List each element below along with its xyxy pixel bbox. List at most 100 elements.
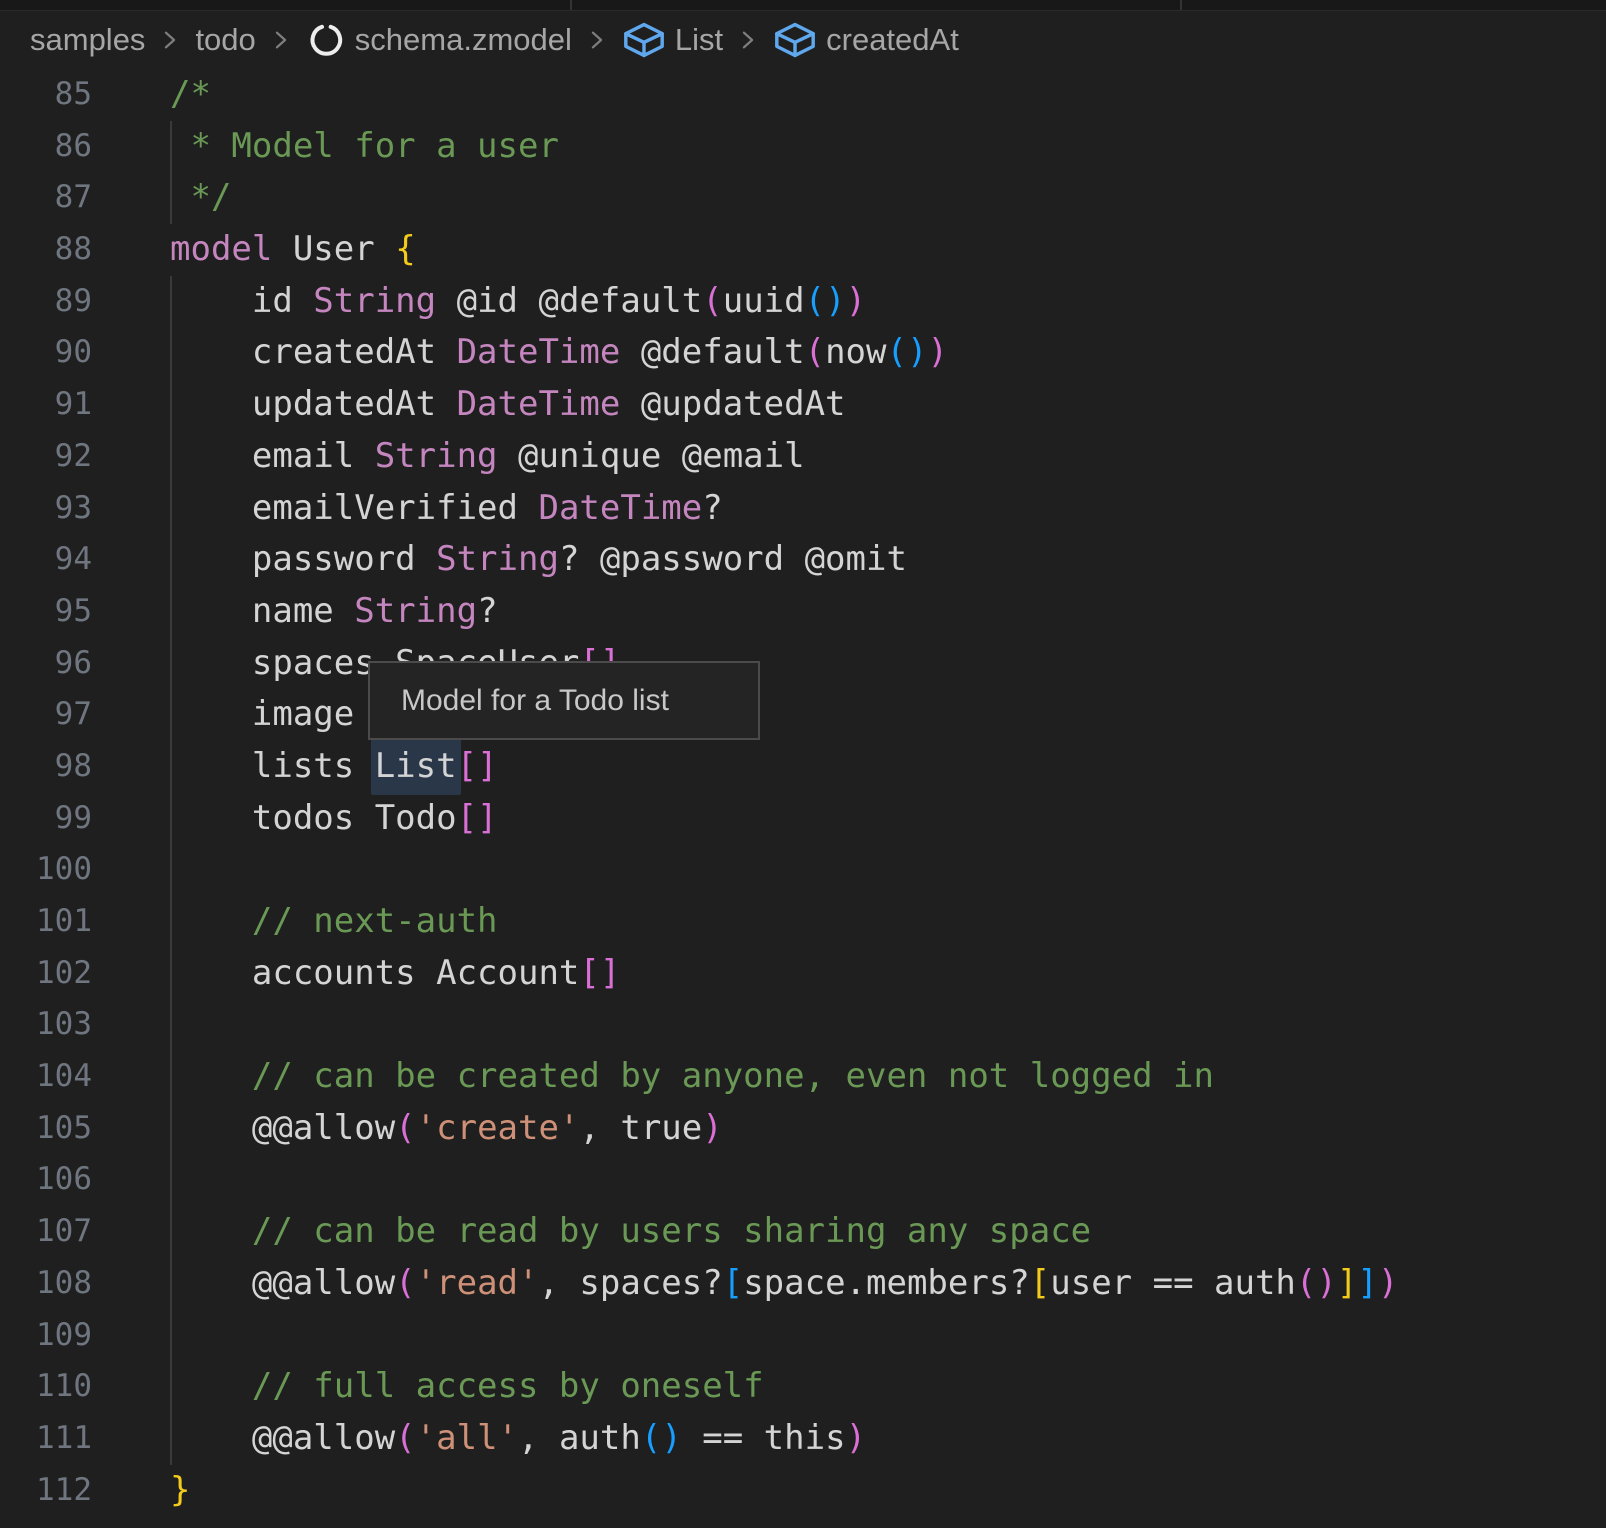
line-number[interactable]: 104 bbox=[0, 1051, 92, 1103]
line-number[interactable]: 100 bbox=[0, 844, 92, 896]
code-text[interactable]: // next-auth bbox=[170, 896, 498, 948]
editor-window: samples todo schema.zmodel List createdAt 85… bbox=[0, 0, 1606, 1528]
code-text[interactable]: // full access by oneself bbox=[170, 1361, 764, 1413]
code-line-97[interactable]: 97 image String? bbox=[0, 689, 1606, 741]
breadcrumb: samples todo schema.zmodel List createdAt bbox=[0, 11, 1606, 69]
chevron-right-icon bbox=[157, 27, 183, 53]
code-line-89[interactable]: 89 id String @id @default(uuid()) bbox=[0, 276, 1606, 328]
code-text[interactable]: */ bbox=[170, 172, 231, 224]
code-line-98[interactable]: 98 lists List[] bbox=[0, 741, 1606, 793]
code-line-93[interactable]: 93 emailVerified DateTime? bbox=[0, 483, 1606, 535]
code-line-100[interactable]: 100 bbox=[0, 844, 1606, 896]
code-line-111[interactable]: 111 @@allow('all', auth() == this) bbox=[0, 1413, 1606, 1465]
line-number[interactable]: 93 bbox=[0, 483, 92, 535]
line-number[interactable]: 94 bbox=[0, 534, 92, 586]
line-number[interactable]: 98 bbox=[0, 741, 92, 793]
code-text[interactable]: @@allow('all', auth() == this) bbox=[170, 1413, 866, 1465]
code-line-103[interactable]: 103 bbox=[0, 999, 1606, 1051]
line-number[interactable]: 108 bbox=[0, 1258, 92, 1310]
line-number[interactable]: 99 bbox=[0, 793, 92, 845]
code-text[interactable]: updatedAt DateTime @updatedAt bbox=[170, 379, 846, 431]
line-number[interactable]: 101 bbox=[0, 896, 92, 948]
code-text[interactable]: email String @unique @email bbox=[170, 431, 805, 483]
breadcrumb-item-schema-zmodel[interactable]: schema.zmodel bbox=[306, 20, 572, 60]
code-line-107[interactable]: 107 // can be read by users sharing any … bbox=[0, 1206, 1606, 1258]
chevron-right-icon bbox=[584, 27, 610, 53]
chevron-right-icon bbox=[735, 27, 761, 53]
line-number[interactable]: 105 bbox=[0, 1103, 92, 1155]
code-line-87[interactable]: 87 */ bbox=[0, 172, 1606, 224]
line-number[interactable]: 112 bbox=[0, 1465, 92, 1517]
breadcrumb-label: todo bbox=[195, 22, 255, 58]
code-line-106[interactable]: 106 bbox=[0, 1154, 1606, 1206]
line-number[interactable]: 96 bbox=[0, 638, 92, 690]
indent-guide bbox=[170, 276, 172, 1465]
line-number[interactable]: 102 bbox=[0, 948, 92, 1000]
line-number[interactable]: 90 bbox=[0, 327, 92, 379]
line-number[interactable]: 86 bbox=[0, 121, 92, 173]
line-number[interactable]: 91 bbox=[0, 379, 92, 431]
line-number[interactable]: 109 bbox=[0, 1310, 92, 1362]
breadcrumb-item-samples[interactable]: samples bbox=[30, 22, 145, 58]
breadcrumb-item-list[interactable]: List bbox=[622, 20, 723, 60]
code-text[interactable]: password String? @password @omit bbox=[170, 534, 907, 586]
code-line-90[interactable]: 90 createdAt DateTime @default(now()) bbox=[0, 327, 1606, 379]
code-line-96[interactable]: 96 spaces SpaceUser[] bbox=[0, 638, 1606, 690]
code-text[interactable]: id String @id @default(uuid()) bbox=[170, 276, 866, 328]
code-line-99[interactable]: 99 todos Todo[] bbox=[0, 793, 1606, 845]
line-number[interactable]: 103 bbox=[0, 999, 92, 1051]
tab-divider bbox=[570, 0, 572, 10]
code-line-102[interactable]: 102 accounts Account[] bbox=[0, 948, 1606, 1000]
code-line-109[interactable]: 109 bbox=[0, 1310, 1606, 1362]
line-number[interactable]: 106 bbox=[0, 1154, 92, 1206]
code-line-91[interactable]: 91 updatedAt DateTime @updatedAt bbox=[0, 379, 1606, 431]
code-text[interactable]: accounts Account[] bbox=[170, 948, 620, 1000]
breadcrumb-label: createdAt bbox=[826, 22, 959, 58]
code-line-86[interactable]: 86 * Model for a user bbox=[0, 121, 1606, 173]
breadcrumb-item-todo[interactable]: todo bbox=[195, 22, 255, 58]
line-number[interactable]: 107 bbox=[0, 1206, 92, 1258]
code-text[interactable]: // can be created by anyone, even not lo… bbox=[170, 1051, 1214, 1103]
code-line-88[interactable]: 88 model User { bbox=[0, 224, 1606, 276]
code-line-110[interactable]: 110 // full access by oneself bbox=[0, 1361, 1606, 1413]
line-number[interactable]: 87 bbox=[0, 172, 92, 224]
chevron-right-icon bbox=[268, 27, 294, 53]
indent-guide bbox=[170, 121, 172, 224]
line-number[interactable]: 110 bbox=[0, 1361, 92, 1413]
breadcrumb-label: List bbox=[675, 22, 723, 58]
code-area: 85/*86 * Model for a user87 */88model Us… bbox=[0, 69, 1606, 1516]
code-line-105[interactable]: 105 @@allow('create', true) bbox=[0, 1103, 1606, 1155]
line-number[interactable]: 85 bbox=[0, 69, 92, 121]
code-text[interactable]: model User { bbox=[170, 224, 416, 276]
code-text[interactable]: /* bbox=[170, 69, 211, 121]
code-text[interactable]: * Model for a user bbox=[170, 121, 559, 173]
line-number[interactable]: 89 bbox=[0, 276, 92, 328]
code-text[interactable]: todos Todo[] bbox=[170, 793, 498, 845]
breadcrumb-label: samples bbox=[30, 22, 145, 58]
code-line-112[interactable]: 112} bbox=[0, 1465, 1606, 1517]
code-line-95[interactable]: 95 name String? bbox=[0, 586, 1606, 638]
line-number[interactable]: 97 bbox=[0, 689, 92, 741]
code-line-92[interactable]: 92 email String @unique @email bbox=[0, 431, 1606, 483]
code-text[interactable]: } bbox=[170, 1465, 190, 1517]
line-number[interactable]: 92 bbox=[0, 431, 92, 483]
code-text[interactable]: @@allow('create', true) bbox=[170, 1103, 723, 1155]
line-number[interactable]: 111 bbox=[0, 1413, 92, 1465]
line-number[interactable]: 88 bbox=[0, 224, 92, 276]
breadcrumb-item-createdat[interactable]: createdAt bbox=[773, 20, 959, 60]
loading-spinner-icon bbox=[306, 20, 346, 60]
code-text[interactable]: // can be read by users sharing any spac… bbox=[170, 1206, 1091, 1258]
code-text[interactable]: emailVerified DateTime? bbox=[170, 483, 723, 535]
code-line-104[interactable]: 104 // can be created by anyone, even no… bbox=[0, 1051, 1606, 1103]
code-line-94[interactable]: 94 password String? @password @omit bbox=[0, 534, 1606, 586]
symbol-cube-icon bbox=[773, 20, 817, 60]
hover-tooltip: Model for a Todo list bbox=[368, 661, 760, 740]
code-text[interactable]: createdAt DateTime @default(now()) bbox=[170, 327, 948, 379]
line-number[interactable]: 95 bbox=[0, 586, 92, 638]
code-text[interactable]: name String? bbox=[170, 586, 498, 638]
code-text[interactable]: lists List[] bbox=[170, 741, 498, 793]
code-line-108[interactable]: 108 @@allow('read', spaces?[space.member… bbox=[0, 1258, 1606, 1310]
code-line-85[interactable]: 85 /* bbox=[0, 69, 1606, 121]
code-text[interactable]: @@allow('read', spaces?[space.members?[u… bbox=[170, 1258, 1398, 1310]
code-line-101[interactable]: 101 // next-auth bbox=[0, 896, 1606, 948]
